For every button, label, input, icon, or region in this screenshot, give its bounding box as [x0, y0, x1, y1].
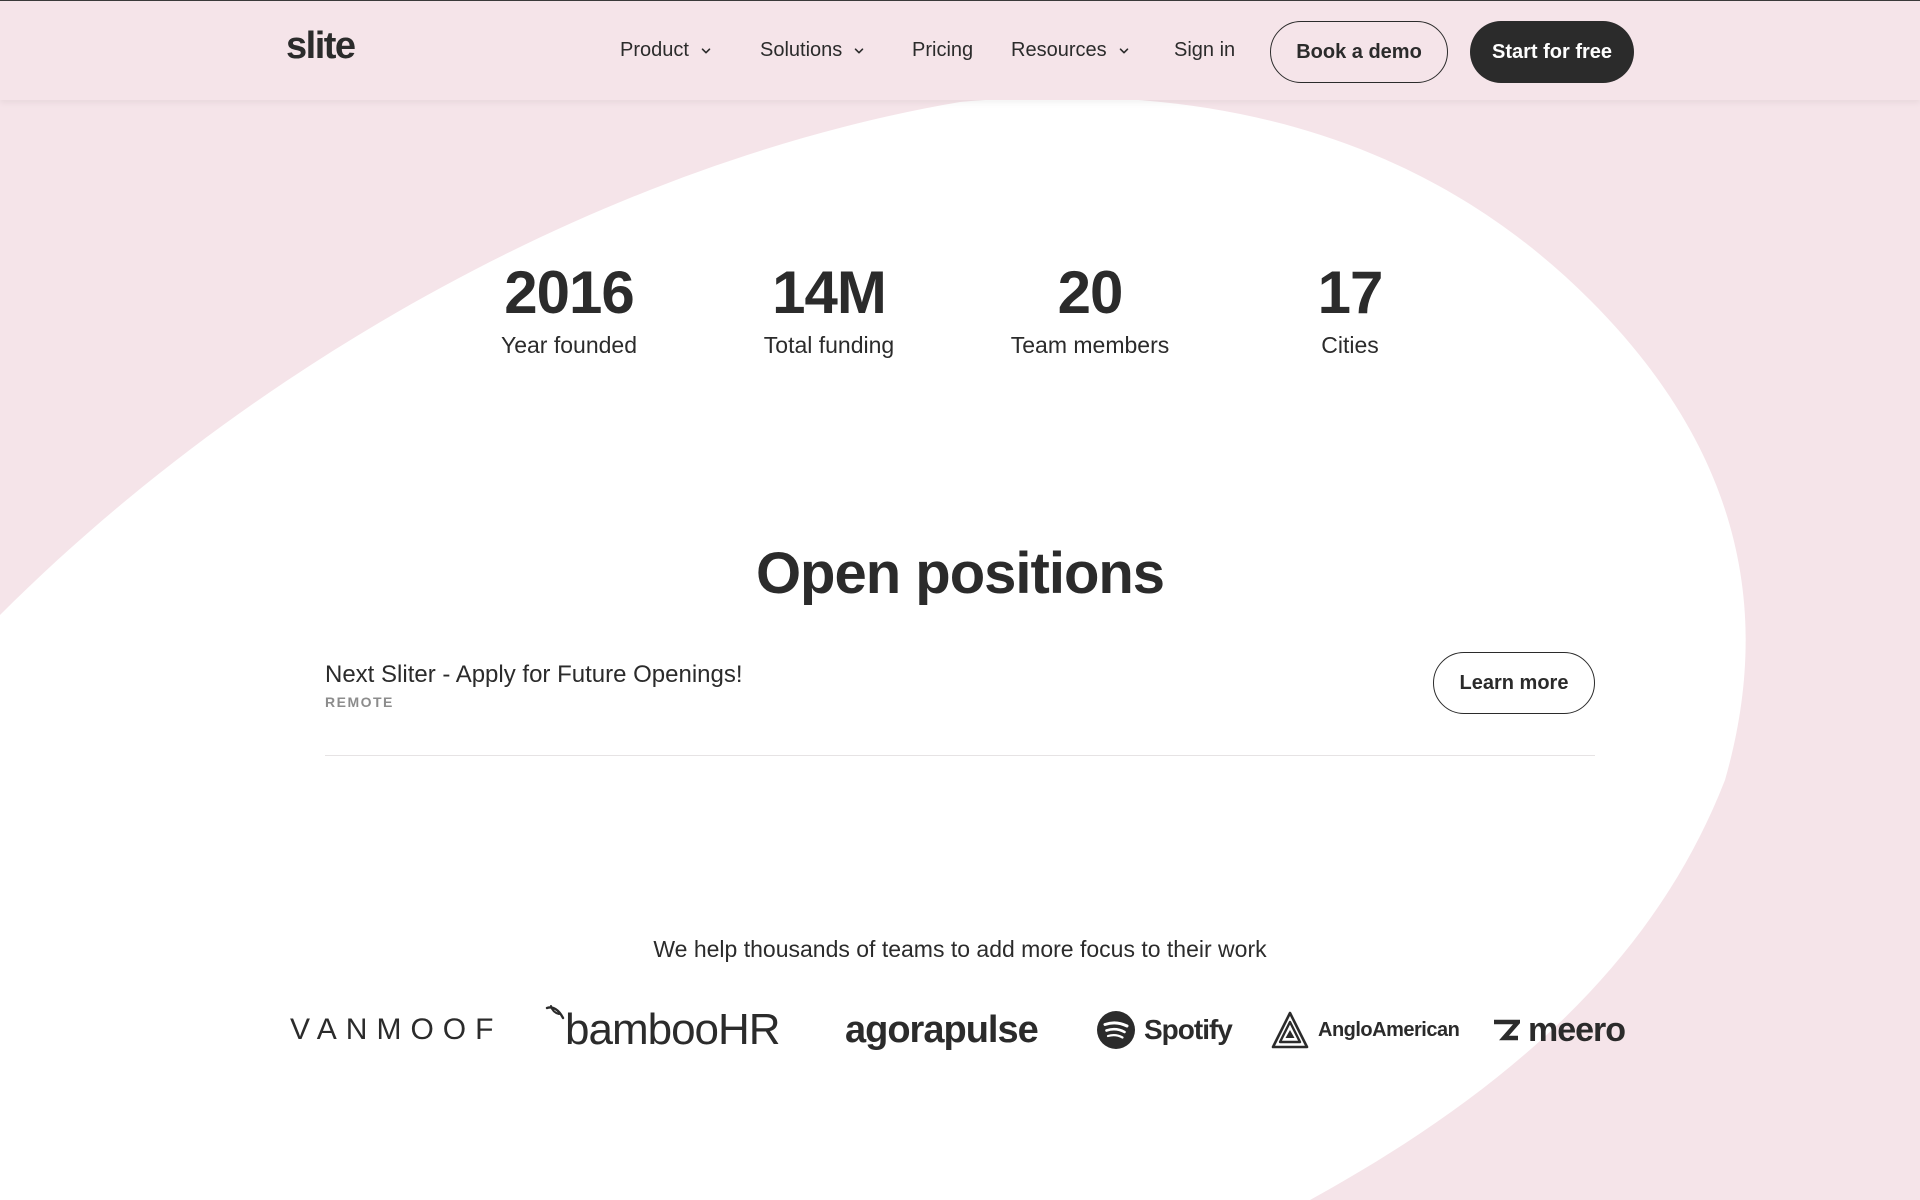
spotify-logo: Spotify: [1096, 1000, 1233, 1060]
slite-logo[interactable]: slite: [286, 25, 356, 68]
stat-total-funding: 14M Total funding: [699, 258, 959, 362]
brand-name: AngloAmerican: [1318, 1018, 1460, 1041]
chevron-down-icon: [701, 47, 711, 53]
stat-label: Total funding: [763, 332, 895, 358]
stat-cities: 17 Cities: [1220, 258, 1480, 362]
stat-label: Year founded: [500, 332, 637, 358]
nav-item-label: Resources: [1011, 39, 1107, 61]
brand-name: agorapulse: [845, 1008, 1039, 1051]
brand-name: meero: [1528, 1010, 1626, 1049]
stat-year-founded: 2016 Year founded: [439, 258, 699, 362]
start-for-free-button[interactable]: Start for free: [1470, 21, 1634, 83]
stat-value: 17: [1317, 259, 1384, 326]
brand-name: bambooHR: [565, 1005, 781, 1054]
angloamerican-logo: AngloAmerican: [1270, 1000, 1460, 1060]
leaf-icon: [545, 1005, 565, 1020]
nav-item-resources[interactable]: Resources: [1011, 39, 1129, 62]
book-demo-button[interactable]: Book a demo: [1270, 21, 1448, 83]
nav-item-label: Pricing: [912, 39, 974, 61]
nav-item-label: Sign in: [1174, 39, 1236, 61]
nav-item-product[interactable]: Product: [620, 39, 711, 62]
chevron-down-icon: [1119, 47, 1128, 53]
chevron-down-icon: [854, 47, 864, 53]
open-positions-title: Open positions: [755, 541, 1165, 606]
stat-label: Team members: [1010, 332, 1170, 358]
brand-name: Spotify: [1144, 1014, 1233, 1045]
customers-tagline: We help thousands of teams to add more f…: [653, 936, 1267, 962]
stat-label: Cities: [1321, 332, 1379, 358]
meero-icon: [1494, 1019, 1520, 1041]
job-location: REMOTE: [325, 694, 394, 710]
agorapulse-logo: agorapulse: [845, 1000, 1039, 1060]
site-header: slite Product Solutions Pricing Resource…: [0, 0, 1920, 100]
spotify-icon: [1097, 1011, 1135, 1049]
angloamerican-icon: [1271, 1011, 1309, 1049]
brand-name: VANMOOF: [290, 1013, 503, 1046]
meero-logo: meero: [1492, 1000, 1626, 1060]
nav-item-sign-in[interactable]: Sign in: [1174, 39, 1235, 62]
stat-value: 14M: [772, 259, 887, 326]
stat-team-members: 20 Team members: [960, 258, 1220, 362]
stat-value: 20: [1057, 259, 1124, 326]
vanmoof-logo: VANMOOF: [290, 1000, 502, 1060]
nav-item-pricing[interactable]: Pricing: [912, 39, 973, 62]
customer-logos: VANMOOF bambooHR agorapulse Spotify Angl…: [0, 1000, 1920, 1060]
bamboohr-logo: bambooHR: [545, 1000, 781, 1060]
nav-item-solutions[interactable]: Solutions: [760, 39, 864, 62]
job-title[interactable]: Next Sliter - Apply for Future Openings!: [325, 661, 743, 689]
learn-more-button[interactable]: Learn more: [1433, 652, 1595, 714]
nav-item-label: Solutions: [760, 39, 843, 61]
job-listing: Next Sliter - Apply for Future Openings!…: [325, 652, 1595, 756]
nav-item-label: Product: [620, 39, 689, 61]
stat-value: 2016: [504, 259, 634, 326]
